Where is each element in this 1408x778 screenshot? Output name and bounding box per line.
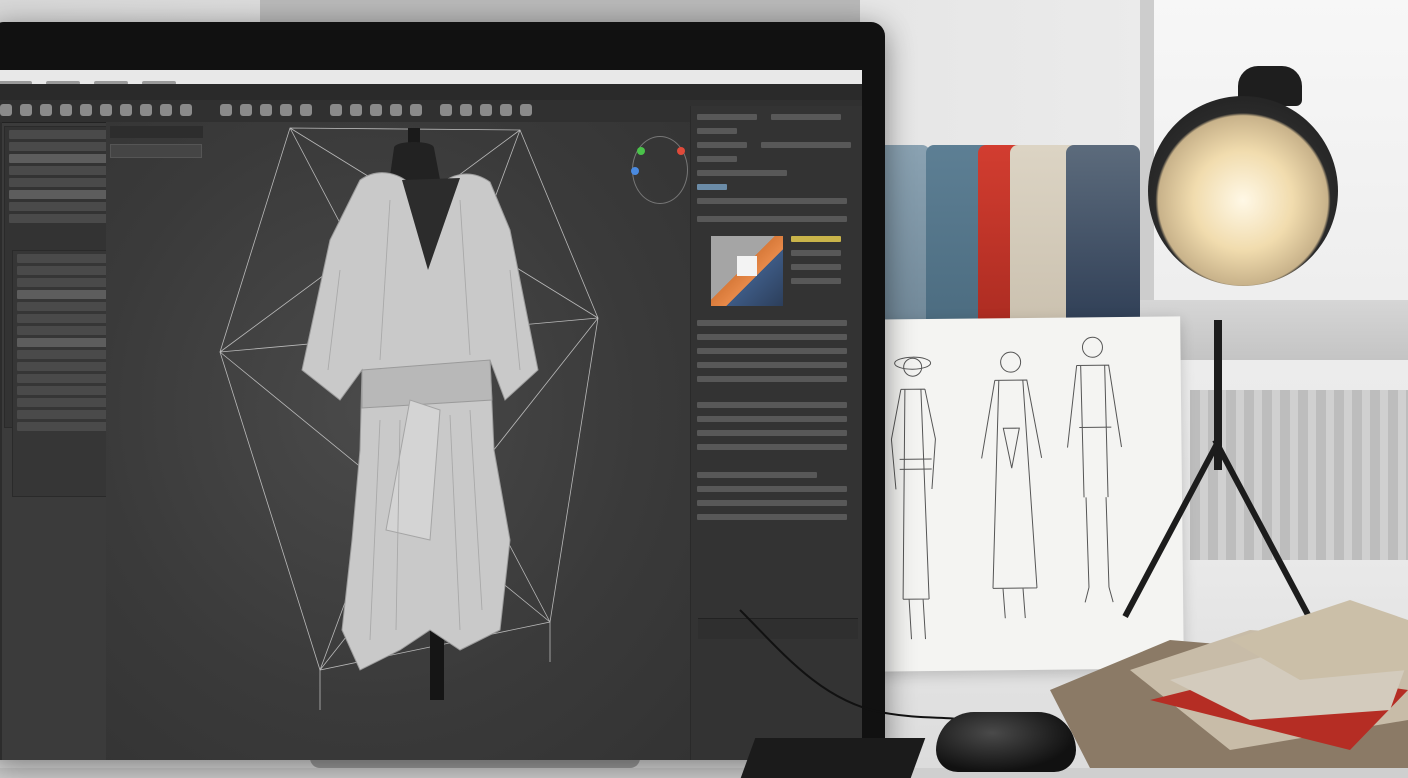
property-row[interactable] xyxy=(697,500,847,506)
radiator xyxy=(1190,390,1408,560)
property-row[interactable] xyxy=(697,486,847,492)
property-row[interactable] xyxy=(791,278,841,284)
property-row[interactable] xyxy=(697,514,847,520)
property-row[interactable] xyxy=(697,198,847,204)
property-row[interactable] xyxy=(697,348,847,354)
property-row[interactable] xyxy=(761,142,851,148)
cad-app-window xyxy=(0,70,862,760)
property-row[interactable] xyxy=(697,334,847,340)
property-row[interactable] xyxy=(697,444,847,450)
property-row[interactable] xyxy=(697,170,787,176)
property-row[interactable] xyxy=(697,416,847,422)
property-row[interactable] xyxy=(697,430,847,436)
monitor xyxy=(0,22,885,760)
property-row[interactable] xyxy=(697,472,817,478)
property-row[interactable] xyxy=(791,250,841,256)
property-row[interactable] xyxy=(697,376,847,382)
fabric-sample-stack xyxy=(1050,600,1408,768)
fabric-swatch-board xyxy=(860,145,1140,345)
property-row[interactable] xyxy=(697,402,847,408)
property-row[interactable] xyxy=(697,320,847,326)
properties-panel[interactable] xyxy=(690,106,862,760)
desk-lamp-icon xyxy=(1148,96,1338,286)
property-row[interactable] xyxy=(697,156,737,162)
keyboard xyxy=(740,738,926,778)
property-row[interactable] xyxy=(697,142,747,148)
color-chip[interactable] xyxy=(697,184,727,190)
mouse-icon xyxy=(936,712,1076,772)
property-row[interactable] xyxy=(697,216,847,222)
property-row[interactable] xyxy=(771,114,841,120)
property-row[interactable] xyxy=(791,264,841,270)
status-bar xyxy=(698,618,858,639)
property-row[interactable] xyxy=(697,114,757,120)
property-row[interactable] xyxy=(697,128,737,134)
swatch-highlight xyxy=(737,256,757,276)
property-row[interactable] xyxy=(697,362,847,368)
color-chip-yellow[interactable] xyxy=(791,236,841,242)
fabric-swatch-navy xyxy=(1066,145,1140,345)
